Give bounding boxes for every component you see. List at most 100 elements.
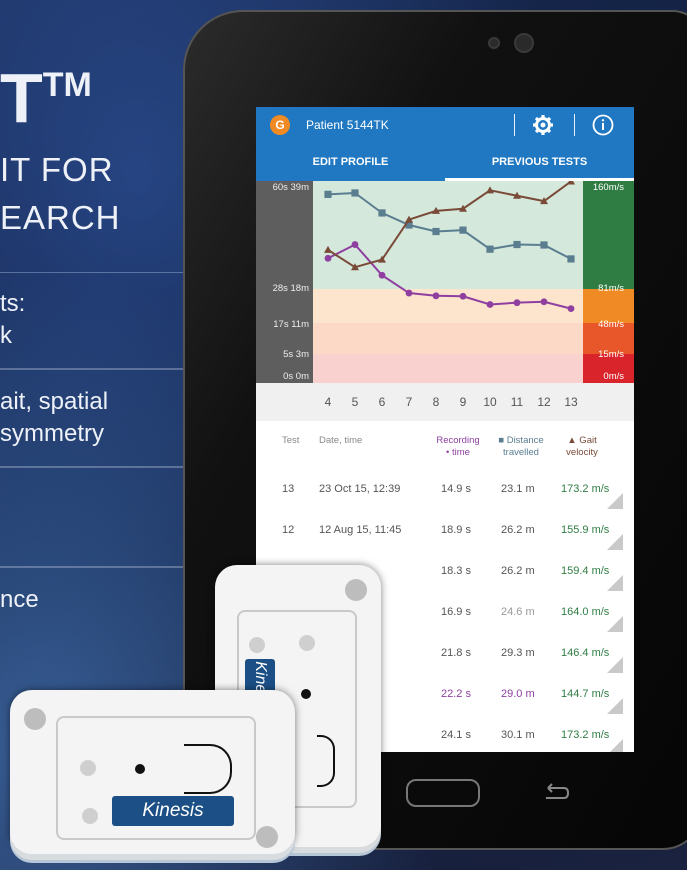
col-header-gait-line2: velocity: [566, 447, 598, 458]
home-button[interactable]: [406, 779, 480, 807]
row-corner-indicator: [607, 657, 623, 673]
feature-1b: k: [0, 322, 12, 349]
cell-dist: 29.0 m: [501, 688, 535, 700]
tab-bar: EDIT PROFILE PREVIOUS TESTS: [256, 143, 634, 181]
tab-edit-profile[interactable]: EDIT PROFILE: [256, 143, 445, 181]
progress-chart: 60s 39m 28s 18m 17s 11m 5s 3m 0s 0m 160m/s 81m…: [256, 177, 634, 383]
cell-dist: 24.6 m: [501, 606, 535, 618]
point-distance: [513, 240, 521, 249]
left-axis-label: 17s 11m: [273, 319, 309, 330]
x-tick-label: 8: [432, 395, 440, 409]
col-header-gait: ▲ Gait velocity: [559, 435, 605, 459]
camera-lens-icon: [514, 33, 534, 53]
gear-icon[interactable]: [532, 114, 554, 136]
sensor-led: [249, 637, 265, 653]
feature-2a: ait, spatial: [0, 388, 109, 415]
app-logo-icon: G: [270, 115, 290, 135]
tab-previous-tests[interactable]: PREVIOUS TESTS: [445, 143, 634, 181]
sensor-brand-badge: Kinesis: [112, 796, 234, 826]
x-tick-label: 7: [405, 395, 413, 409]
col-header-test: Test: [282, 435, 300, 446]
left-axis-label: 28s 18m: [273, 283, 310, 294]
row-corner-indicator: [607, 698, 623, 714]
point-distance: [486, 245, 494, 253]
x-tick-label: 4: [324, 395, 332, 409]
cell-dist: 26.2 m: [501, 565, 535, 577]
cell-time: 18.9 s: [441, 524, 471, 536]
point-recording-time: [378, 271, 386, 279]
zone-green-right: [583, 181, 634, 289]
feature-1a: ts:: [0, 290, 26, 317]
cell-gait: 144.7 m/s: [561, 688, 610, 700]
sensor-screw: [256, 826, 278, 848]
x-tick-label: 6: [378, 395, 386, 409]
patient-name: Patient 5144TK: [306, 118, 389, 132]
cell-dist: 26.2 m: [501, 524, 535, 536]
cell-date: 12 Aug 15, 11:45: [319, 524, 402, 536]
table-row[interactable]: 12 12 Aug 15, 11:45 18.9 s 26.2 m 155.9 m/s: [269, 510, 623, 550]
row-corner-indicator: [607, 493, 623, 509]
back-icon[interactable]: [540, 782, 572, 802]
x-tick-label: 12: [537, 395, 551, 409]
point-recording-time: [324, 254, 332, 262]
chart-canvas: 60s 39m 28s 18m 17s 11m 5s 3m 0s 0m 160m/s 81m…: [256, 177, 634, 383]
right-axis-label: 15m/s: [598, 349, 624, 360]
cell-dist: 30.1 m: [501, 729, 535, 741]
zone-orange: [313, 289, 583, 323]
point-distance: [567, 255, 575, 263]
sensor-brand-text: Kinesis: [142, 800, 204, 821]
col-header-distance-line2: travelled: [503, 447, 539, 458]
col-header-recording-line2: • time: [446, 447, 470, 458]
col-header-distance: ■ Distance travelled: [497, 435, 545, 459]
info-icon[interactable]: [592, 114, 614, 136]
row-corner-indicator: [607, 616, 623, 632]
cell-time: 16.9 s: [441, 606, 471, 618]
cell-time: 22.2 s: [441, 688, 471, 700]
right-axis-label: 48m/s: [598, 319, 624, 330]
point-recording-time: [405, 289, 413, 297]
zone-light-orange: [313, 323, 583, 354]
headline-title: TTM: [0, 59, 92, 137]
divider: [0, 466, 185, 468]
col-header-distance-line1: ■ Distance: [498, 435, 544, 446]
headline-sub2: EARCH: [0, 199, 121, 236]
point-distance: [351, 189, 359, 197]
col-header-recording-time: Recording • time: [435, 435, 481, 459]
cell-gait: 173.2 m/s: [561, 483, 610, 495]
sensor-front: Kinesis: [10, 690, 295, 854]
sensor-led: [82, 808, 98, 824]
chart-x-axis: 4 5 6 7 8 9 10 11 12 13: [256, 383, 634, 421]
point-recording-time: [486, 301, 494, 308]
cell-gait: 155.9 m/s: [561, 524, 610, 536]
col-header-recording-line1: Recording: [436, 435, 480, 446]
cell-time: 18.3 s: [441, 565, 471, 577]
point-recording-time: [540, 298, 548, 306]
app-header: G Patient 5144TK: [256, 107, 634, 143]
right-axis-label: 81m/s: [598, 283, 624, 294]
x-tick-label: 10: [483, 395, 497, 409]
right-axis-label: 0m/s: [603, 371, 624, 382]
sensor-led: [299, 635, 315, 651]
feature-2b: symmetry: [0, 420, 104, 447]
camera-sensor-icon: [488, 37, 500, 49]
sensor-screw: [345, 579, 367, 601]
point-recording-time: [459, 292, 467, 300]
left-axis-label: 5s 3m: [283, 349, 309, 360]
x-tick-label: 9: [459, 395, 467, 409]
cell-test: 12: [282, 524, 295, 536]
point-distance: [432, 227, 440, 236]
cell-dist: 29.3 m: [501, 647, 535, 659]
sensor-led: [80, 760, 96, 776]
cell-time: 14.9 s: [441, 483, 471, 495]
sensor-hole: [135, 764, 145, 774]
zone-green: [313, 181, 583, 289]
cell-test: 13: [282, 483, 295, 495]
table-row[interactable]: 13 23 Oct 15, 12:39 14.9 s 23.1 m 173.2 m/s: [269, 469, 623, 509]
row-corner-indicator: [607, 575, 623, 591]
zone-pink: [313, 354, 583, 383]
point-recording-time: [351, 241, 359, 248]
header-separator: [514, 114, 515, 136]
feature-3a: nce: [0, 586, 39, 613]
left-axis-label: 0s 0m: [283, 371, 309, 382]
point-recording-time: [432, 292, 440, 300]
